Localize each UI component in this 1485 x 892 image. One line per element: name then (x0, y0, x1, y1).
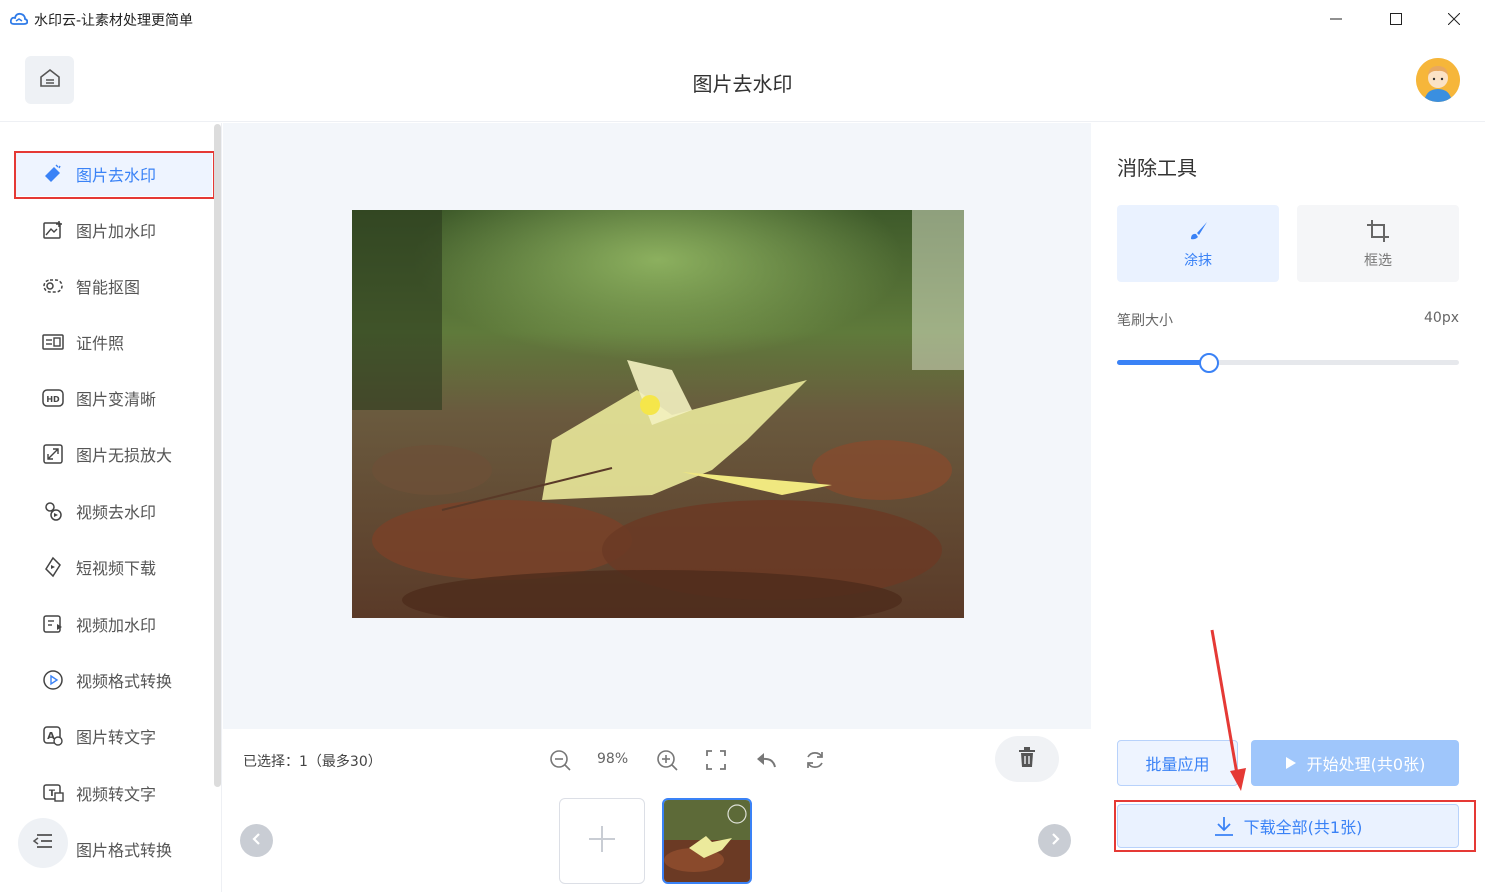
thumbnail-prev-button[interactable] (240, 824, 273, 857)
brush-size-label: 笔刷大小 (1117, 313, 1173, 329)
video-watermark-icon (42, 613, 64, 635)
add-image-button[interactable] (559, 798, 645, 884)
chevron-right-icon (1049, 831, 1061, 850)
red-arrow-annotation (1200, 625, 1260, 799)
id-card-icon (42, 331, 64, 353)
zoom-out-icon (546, 746, 574, 774)
short-video-download-icon (42, 556, 64, 578)
brush-size-value: 40px (1424, 310, 1459, 326)
box-select-tool-label: 框选 (1364, 252, 1392, 269)
image-add-icon (42, 219, 64, 241)
sidebar-item-video-format-convert[interactable]: 视频格式转换 (16, 658, 212, 702)
video-eraser-icon (42, 500, 64, 522)
sidebar-item-label: 图片无损放大 (76, 446, 173, 465)
plus-icon (587, 824, 617, 858)
crop-icon (1366, 218, 1390, 244)
play-icon (1285, 756, 1297, 770)
tools-title: 消除工具 (1117, 156, 1197, 180)
close-button[interactable] (1424, 0, 1484, 38)
start-processing-label: 开始处理(共0张) (1306, 755, 1426, 774)
start-processing-button[interactable]: 开始处理(共0张) (1251, 740, 1459, 786)
sidebar-item-image-enlarge[interactable]: 图片无损放大 (16, 432, 212, 476)
box-select-tool-button[interactable]: 框选 (1297, 205, 1459, 282)
fit-screen-button[interactable] (702, 746, 730, 774)
highlight-box-annotation (14, 151, 215, 199)
selected-count-text: 已选择：1（最多30） (243, 754, 382, 770)
sidebar-item-video-to-text[interactable]: T 视频转文字 (16, 771, 212, 815)
sidebar-item-label: 视频加水印 (76, 616, 157, 635)
delete-button[interactable] (995, 736, 1059, 782)
sidebar-item-video-watermark-add[interactable]: 视频加水印 (16, 602, 212, 646)
brush-size-slider[interactable] (1117, 360, 1459, 365)
app-header: 图片去水印 (0, 38, 1485, 122)
undo-icon (752, 746, 780, 774)
trash-icon (1018, 747, 1036, 771)
cloud-logo-icon (9, 11, 29, 27)
sidebar-item-short-video-download[interactable]: 短视频下载 (16, 545, 212, 589)
preview-image[interactable] (352, 210, 964, 618)
refresh-icon (801, 746, 829, 774)
reset-button[interactable] (801, 746, 829, 774)
sidebar-item-label: 证件照 (76, 334, 125, 353)
cutout-icon (42, 275, 64, 297)
zoom-in-icon (653, 746, 681, 774)
sidebar-item-label: 图片转文字 (76, 728, 157, 747)
title-bar: 水印云-让素材处理更简单 (0, 0, 1485, 38)
enlarge-icon (42, 443, 64, 465)
smear-tool-button[interactable]: 涂抹 (1117, 205, 1279, 282)
zoom-in-button[interactable] (653, 746, 681, 774)
sidebar-item-label: 图片加水印 (76, 222, 157, 241)
sidebar-item-video-watermark-remove[interactable]: 视频去水印 (16, 489, 212, 533)
collapse-sidebar-button[interactable] (18, 818, 68, 868)
smear-tool-label: 涂抹 (1184, 252, 1212, 269)
minimize-button[interactable] (1306, 0, 1366, 38)
sidebar-item-image-to-text[interactable]: A 图片转文字 (16, 714, 212, 758)
zoom-level: 98% (597, 751, 629, 767)
menu-collapse-icon (32, 833, 53, 853)
sidebar-item-label: 图片变清晰 (76, 390, 157, 409)
zoom-out-button[interactable] (546, 746, 574, 774)
maximize-button[interactable] (1366, 0, 1426, 38)
image-to-text-icon: A (42, 725, 64, 747)
undo-button[interactable] (752, 746, 780, 774)
sidebar-item-label: 图片格式转换 (76, 841, 173, 860)
sidebar-scrollbar[interactable] (214, 124, 221, 787)
image-thumbnail[interactable] (662, 798, 752, 884)
thumbnail-next-button[interactable] (1038, 824, 1071, 857)
hd-icon: HD (42, 387, 64, 409)
page-title: 图片去水印 (692, 72, 793, 96)
sidebar-item-label: 短视频下载 (76, 559, 157, 578)
sidebar-item-label: 视频格式转换 (76, 672, 173, 691)
svg-text:HD: HD (46, 395, 60, 404)
sidebar-item-smart-cutout[interactable]: 智能抠图 (16, 264, 212, 308)
fullscreen-icon (702, 746, 730, 774)
sidebar-item-id-photo[interactable]: 证件照 (16, 320, 212, 364)
brush-icon (1187, 218, 1209, 244)
sidebar-item-image-watermark-add[interactable]: 图片加水印 (16, 208, 212, 252)
avatar[interactable] (1416, 58, 1460, 102)
sidebar-item-label: 视频去水印 (76, 503, 157, 522)
chevron-left-icon (251, 831, 263, 850)
window-title: 水印云-让素材处理更简单 (34, 13, 194, 29)
video-to-text-icon: T (42, 782, 64, 804)
sidebar-item-label: 视频转文字 (76, 785, 157, 804)
highlight-box-annotation (1114, 800, 1476, 852)
slider-fill (1117, 360, 1210, 365)
video-convert-icon (42, 669, 64, 691)
sidebar-item-image-enhance[interactable]: HD 图片变清晰 (16, 376, 212, 420)
sidebar-item-label: 智能抠图 (76, 278, 141, 297)
